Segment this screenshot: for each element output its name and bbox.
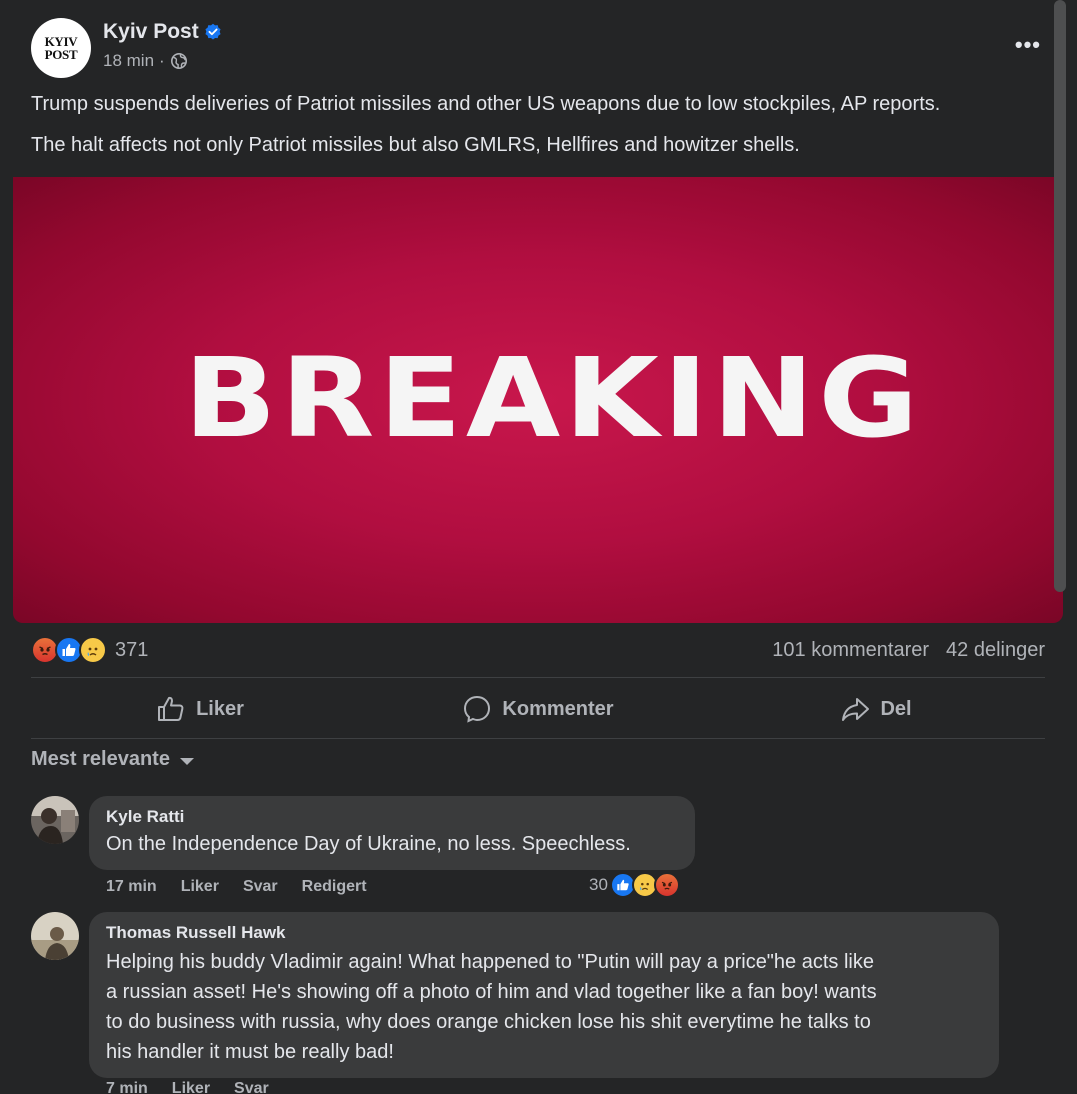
comment-button[interactable]: Kommenter — [369, 681, 707, 737]
comment-reply-link[interactable]: Svar — [234, 1080, 269, 1094]
verified-badge-icon — [205, 23, 221, 40]
more-options-button[interactable]: ••• — [1015, 32, 1041, 58]
post-text-line: The halt affects not only Patriot missil… — [31, 134, 800, 156]
comment-item: Thomas Russell Hawk Helping his buddy Vl… — [31, 912, 1031, 1094]
caret-down-icon — [179, 757, 194, 765]
comment-sort-dropdown[interactable]: Mest relevante — [31, 748, 194, 771]
globe-icon — [170, 52, 187, 70]
comment-reactions[interactable]: 30 — [589, 872, 680, 898]
comment-bubble: Kyle Ratti On the Independence Day of Uk… — [89, 796, 695, 870]
comment-text-line: to do business with russia, why does ora… — [106, 1011, 871, 1033]
comment-time[interactable]: 7 min — [106, 1080, 148, 1094]
reaction-count: 371 — [115, 638, 149, 661]
post-text: Trump suspends deliveries of Patriot mis… — [31, 92, 1051, 174]
post-meta: 18 min · — [103, 51, 188, 71]
comment-text-line: a russian asset! He's showing off a phot… — [106, 981, 877, 1003]
like-button[interactable]: Liker — [31, 681, 369, 737]
divider — [31, 738, 1045, 739]
page-avatar[interactable]: KYIV POST — [31, 18, 91, 78]
like-label: Liker — [196, 697, 244, 720]
comment-reply-link[interactable]: Svar — [243, 878, 278, 896]
comment-time[interactable]: 17 min — [106, 878, 157, 896]
commenter-avatar[interactable] — [31, 796, 79, 844]
share-count-link[interactable]: 42 delinger — [946, 639, 1045, 662]
comment-bubble: Thomas Russell Hawk Helping his buddy Vl… — [89, 912, 999, 1078]
post-image[interactable]: BREAKING — [13, 177, 1063, 623]
post-image-text: BREAKING — [183, 334, 923, 462]
stats-right: 101 kommentarer 42 delinger — [772, 639, 1045, 662]
post-card: KYIV POST Kyiv Post 18 min · ••• Trump s… — [0, 0, 1063, 1094]
comment-count-link[interactable]: 101 kommentarer — [772, 639, 929, 662]
avatar-text-line2: POST — [44, 47, 78, 62]
scrollbar[interactable] — [1054, 0, 1066, 592]
page-name[interactable]: Kyiv Post — [103, 20, 199, 44]
comment-author[interactable]: Kyle Ratti — [106, 807, 678, 827]
post-header: KYIV POST Kyiv Post 18 min · ••• — [31, 18, 1041, 80]
comment-text-line: his handler it must be really bad! — [106, 1041, 394, 1063]
share-button[interactable]: Del — [707, 681, 1045, 737]
comment-meta: 7 min Liker Svar — [106, 1080, 269, 1094]
comment-text: On the Independence Day of Ukraine, no l… — [106, 833, 631, 855]
sad-reaction-icon — [79, 636, 107, 664]
share-label: Del — [880, 697, 912, 720]
comment-like-link[interactable]: Liker — [181, 878, 219, 896]
comment-author[interactable]: Thomas Russell Hawk — [106, 923, 982, 943]
comment-text-line: Helping his buddy Vladimir again! What h… — [106, 951, 874, 973]
meta-separator: · — [159, 51, 165, 70]
comment-like-link[interactable]: Liker — [172, 1080, 210, 1094]
comment-meta: 17 min Liker Svar Redigert — [106, 878, 367, 896]
post-actions: Liker Kommenter Del — [31, 681, 1045, 737]
comment-label: Kommenter — [502, 697, 614, 720]
comment-reaction-count: 30 — [589, 875, 608, 894]
comment-bubble-icon — [464, 695, 491, 723]
reaction-summary[interactable]: 371 — [31, 636, 148, 664]
post-stats: 371 101 kommentarer 42 delinger — [31, 636, 1045, 668]
post-text-line: Trump suspends deliveries of Patriot mis… — [31, 93, 941, 115]
post-time[interactable]: 18 min — [103, 51, 154, 71]
comment-text: Helping his buddy Vladimir again! What h… — [106, 947, 982, 1067]
sort-label: Mest relevante — [31, 748, 170, 770]
thumbs-up-icon — [158, 696, 184, 721]
comment-item: Kyle Ratti On the Independence Day of Uk… — [31, 796, 1031, 900]
divider — [31, 677, 1045, 678]
comment-edited-label: Redigert — [301, 878, 367, 895]
angry-reaction-icon — [653, 872, 680, 898]
share-arrow-icon — [842, 698, 870, 721]
commenter-avatar[interactable] — [31, 912, 79, 960]
